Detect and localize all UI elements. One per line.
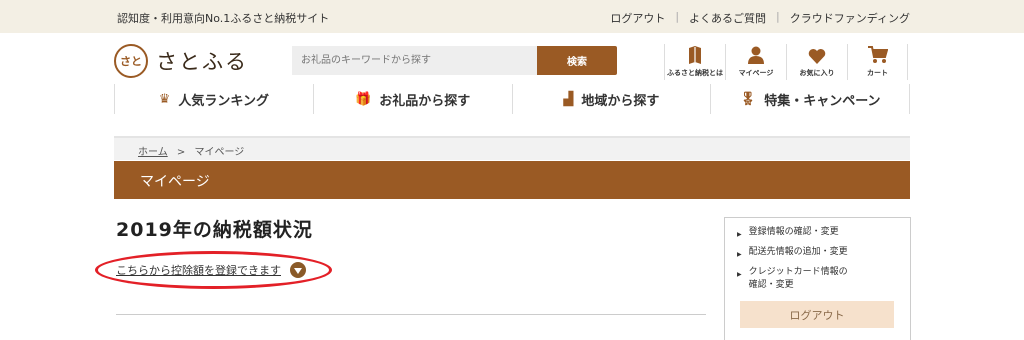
side-item-account[interactable]: ▶ 登録情報の確認・変更: [737, 226, 910, 241]
cart-icon: [867, 44, 888, 64]
page-heading: マイページ: [114, 161, 910, 199]
triangle-right-icon: ▶: [737, 231, 742, 238]
side-item-label: クレジットカード情報の 確認・変更: [749, 266, 848, 292]
logout-button[interactable]: ログアウト: [740, 301, 894, 328]
map-icon: ▟: [563, 91, 574, 107]
nav-ranking-label: 人気ランキング: [178, 93, 270, 109]
tax-status-title: 2019年の納税額状況: [116, 219, 313, 241]
search-input[interactable]: [292, 46, 537, 75]
breadcrumb-current: マイページ: [194, 147, 245, 158]
nav-campaign[interactable]: 🎖 特集・キャンペーン: [710, 84, 910, 114]
side-item-line: 確認・変更: [748, 280, 794, 290]
logout-link[interactable]: ログアウト: [610, 10, 665, 26]
person-icon: [747, 44, 765, 64]
nav-campaign-label: 特集・キャンペーン: [764, 93, 881, 109]
search-button[interactable]: 検索: [537, 46, 617, 75]
breadcrumb-separator: >: [176, 147, 186, 158]
nav-gifts[interactable]: 🎁 お礼品から探す: [312, 84, 512, 114]
favorites-label: お気に入り: [799, 69, 835, 77]
medal-icon: 🎖: [739, 91, 757, 107]
header-icon-menu: ふるさと納税とは マイページ お気に入り カート: [664, 44, 908, 80]
chevron-down-icon[interactable]: [290, 262, 306, 278]
site-logo[interactable]: さと さとふる: [114, 44, 248, 78]
side-menu: ▶ 登録情報の確認・変更 ▶ 配送先情報の追加・変更 ▶ クレジットカード情報の…: [724, 217, 911, 340]
book-icon: [688, 44, 702, 64]
section-divider: [116, 314, 706, 315]
nav-region[interactable]: ▟ 地域から探す: [511, 84, 711, 114]
crown-icon: ♛: [158, 91, 171, 107]
logo-text: さとふる: [156, 50, 248, 74]
about-furusato-label: ふるさと納税とは: [667, 69, 723, 77]
global-nav: ♛ 人気ランキング 🎁 お礼品から探す ▟ 地域から探す 🎖 特集・キャンペーン: [114, 84, 910, 114]
link-separator: |: [776, 10, 780, 23]
logo-mark: さと: [114, 44, 148, 78]
triangle-right-icon: ▶: [737, 271, 742, 278]
breadcrumb-home[interactable]: ホーム: [138, 147, 168, 158]
nav-region-label: 地域から探す: [581, 93, 660, 109]
favorites-button[interactable]: お気に入り: [786, 44, 847, 80]
cart-label: カート: [867, 69, 888, 77]
register-deduction-link[interactable]: こちらから控除額を登録できます: [116, 262, 306, 278]
mypage-button[interactable]: マイページ: [725, 44, 786, 80]
side-item-shipping[interactable]: ▶ 配送先情報の追加・変更: [737, 246, 910, 261]
register-deduction-label: こちらから控除額を登録できます: [116, 264, 281, 277]
faq-link[interactable]: よくあるご質問: [689, 10, 766, 26]
side-item-label: 配送先情報の追加・変更: [748, 247, 848, 257]
cart-button[interactable]: カート: [847, 44, 908, 80]
nav-gifts-label: お礼品から探す: [379, 93, 471, 109]
heart-icon: [808, 44, 826, 64]
side-item-line: クレジットカード情報の: [748, 267, 848, 277]
breadcrumb: ホーム > マイページ: [114, 136, 910, 160]
triangle-right-icon: ▶: [737, 251, 742, 258]
mypage-label: マイページ: [738, 69, 774, 77]
top-links: ログアウト | よくあるご質問 | クラウドファンディング: [610, 10, 910, 26]
crowdfunding-link[interactable]: クラウドファンディング: [790, 10, 910, 26]
about-furusato-button[interactable]: ふるさと納税とは: [664, 44, 725, 80]
gift-icon: 🎁: [355, 91, 372, 107]
top-bar: 認知度・利用意向No.1ふるさと納税サイト ログアウト | よくあるご質問 | …: [0, 0, 1024, 33]
side-item-credit-card[interactable]: ▶ クレジットカード情報の 確認・変更: [737, 266, 910, 292]
side-item-label: 登録情報の確認・変更: [748, 227, 839, 237]
site-tagline: 認知度・利用意向No.1ふるさと納税サイト: [117, 12, 330, 25]
nav-ranking[interactable]: ♛ 人気ランキング: [114, 84, 313, 114]
link-separator: |: [675, 10, 680, 23]
